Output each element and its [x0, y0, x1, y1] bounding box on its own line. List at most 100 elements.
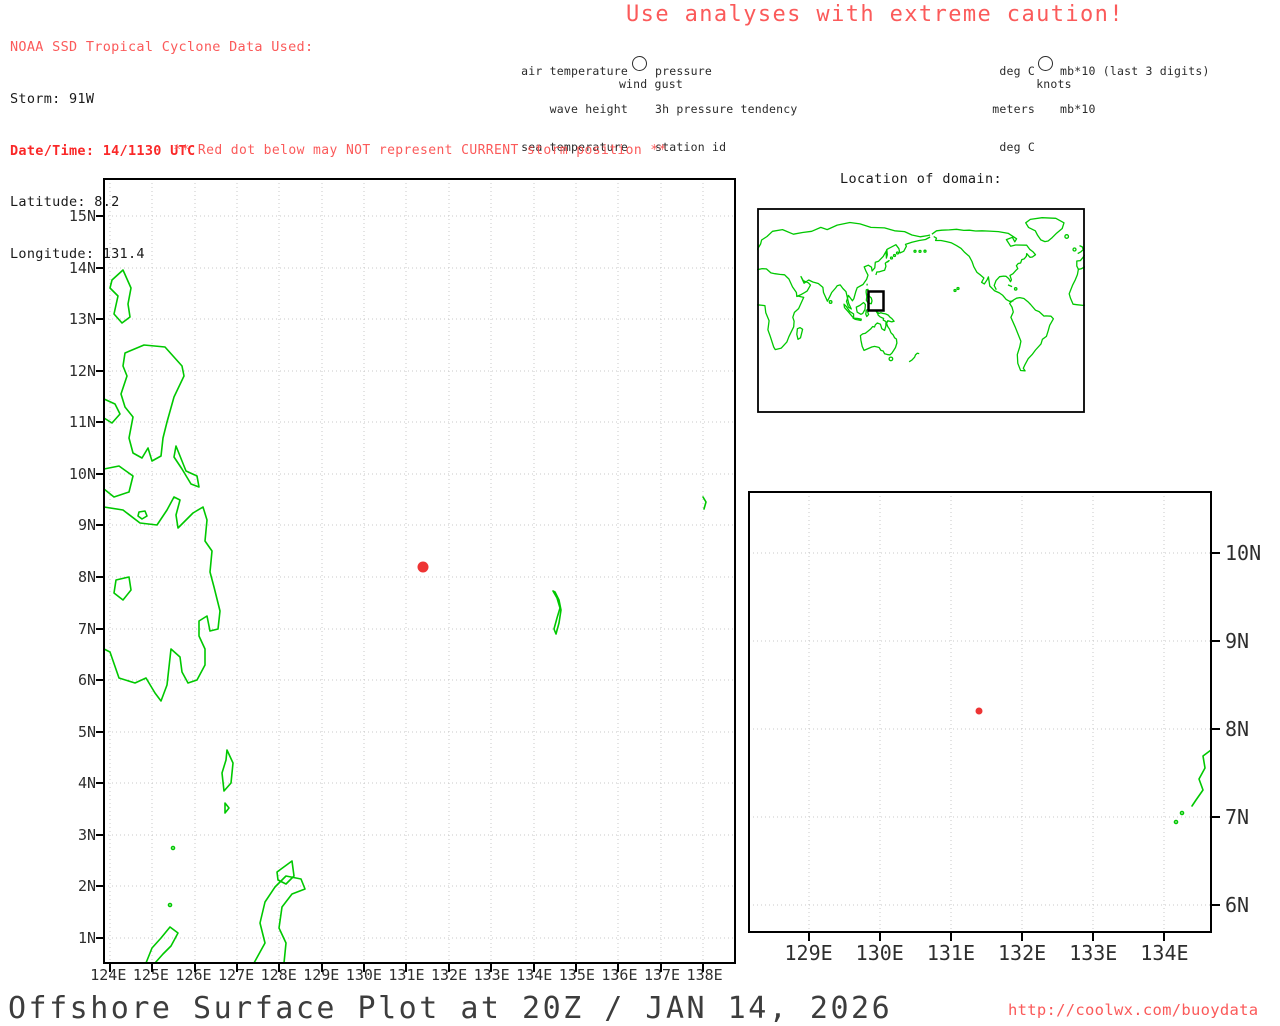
coastline-palau-inset [1192, 750, 1211, 806]
coastline-africa-west [1069, 269, 1085, 305]
main-map-ticks [96, 216, 703, 972]
coastline-halmahera [254, 876, 305, 963]
inset-coastlines-group [1175, 750, 1212, 824]
coastline-north-america-west [934, 237, 1014, 302]
lat-tick-label: 4N [78, 774, 96, 792]
lat-tick-label: 3N [78, 826, 96, 844]
legend-wind-gust: wind gust [586, 78, 716, 91]
coastline-africa-east-south [757, 296, 804, 350]
lat-tick-label: 12N [69, 362, 96, 380]
coastline-morotai [277, 861, 294, 884]
coastline-north-america-east-arctic [932, 229, 1036, 289]
coastline-ireland [1073, 248, 1076, 251]
inset-map-ticks [809, 553, 1220, 941]
storm-position-warning: ** Red dot below may NOT represent CURRE… [104, 143, 736, 158]
coastline-dinagat-siargao [174, 446, 199, 487]
inset-lat-label: 6N [1225, 893, 1249, 917]
coastline-talaud-islands [222, 750, 233, 791]
plot-title: Offshore Surface Plot at 20Z / JAN 14, 2… [8, 991, 892, 1026]
coastline-palau [553, 591, 561, 634]
inset-lon-label: 133E [1058, 941, 1129, 965]
coastline-kuril-1 [891, 257, 893, 259]
legend-pressure-tendency: 3h pressure tendency [655, 103, 797, 116]
coastline-japan [876, 261, 889, 275]
units-sea-temp: deg C [940, 141, 1035, 154]
coastline-siau-island [169, 904, 172, 907]
legend-wave-height: wave height [500, 103, 628, 116]
inset-lat-label: 9N [1225, 629, 1249, 653]
coastline-talaud-small [225, 803, 229, 813]
coastline-greenland [1026, 218, 1064, 242]
units-model-circle-icon [1038, 56, 1053, 71]
domain-extent-box [869, 292, 884, 311]
inset-lon-label: 129E [773, 941, 844, 965]
coastline-hawaii-1 [957, 288, 959, 290]
coastline-sakhalin [886, 250, 887, 259]
lat-tick-label: 9N [78, 516, 96, 534]
coastline-aleutian-3 [924, 250, 926, 252]
coastline-australia [860, 323, 897, 355]
world-map-canvas [757, 208, 1085, 413]
lat-tick-label: 1N [78, 929, 96, 947]
inset-lon-label: 130E [844, 941, 915, 965]
coastline-new-zealand [909, 353, 919, 362]
storm-position-dot-inset [976, 708, 983, 715]
inset-lat-label: 8N [1225, 717, 1249, 741]
inset-lon-label: 131E [915, 941, 986, 965]
coastline-cuba [1008, 285, 1012, 287]
lat-tick-label: 14N [69, 259, 96, 277]
units-legend-left-column: deg C meters deg C [940, 39, 1035, 167]
coastline-sri-lanka [829, 301, 832, 304]
coastline-eurasia-north [757, 223, 930, 251]
inset-lat-label: 7N [1225, 805, 1249, 829]
coastline-hispaniola [1015, 288, 1017, 290]
coastline-borneo [856, 303, 865, 315]
coastline-east-south-asia [757, 237, 930, 309]
caution-banner: Use analyses with extreme caution! [580, 2, 1170, 27]
units-pressure-tendency: mb*10 [1060, 103, 1210, 116]
inset-lat-label: 10N [1225, 541, 1261, 565]
main-map-canvas [96, 171, 743, 979]
domain-map-title: Location of domain: [757, 171, 1085, 187]
coastline-palau-islet-1 [1181, 812, 1184, 815]
coastline-madagascar [797, 328, 803, 340]
coastline-masbate [104, 399, 120, 423]
inset-latitude-axis: 10N 9N 8N 7N 6N [1225, 541, 1280, 917]
storm-position-dot [418, 562, 429, 573]
coastline-new-guinea [876, 312, 894, 323]
coastline-hawaii-2 [954, 290, 956, 292]
inset-longitude-axis: 129E 130E 131E 132E 133E 134E [773, 941, 1200, 965]
lat-tick-label: 7N [78, 620, 96, 638]
units-pressure: mb*10 (last 3 digits) [1060, 65, 1210, 78]
lat-tick-label: 10N [69, 465, 96, 483]
legend-air-temperature: air temperature [500, 65, 628, 78]
station-model-circle-icon [632, 56, 647, 71]
coastline-kuril-3 [897, 252, 899, 254]
coastline-bohol [104, 466, 133, 497]
units-air-temp: deg C [940, 65, 1035, 78]
legend-pressure: pressure [655, 65, 797, 78]
units-wind-gust: knots [994, 78, 1114, 91]
coastline-britain [1078, 246, 1084, 254]
coastline-aleutian-1 [914, 250, 916, 252]
lat-tick-label: 6N [78, 671, 96, 689]
lat-tick-label: 8N [78, 568, 96, 586]
coastline-lake-lanao [114, 577, 131, 600]
coastline-java [853, 318, 861, 320]
world-coastlines-group [757, 218, 1085, 371]
coastline-catanduanes [110, 270, 131, 323]
coastline-tasmania [889, 357, 893, 361]
coastline-iceland [1065, 235, 1069, 239]
coastline-sangihe-island [172, 847, 175, 850]
lat-tick-label: 15N [69, 207, 96, 225]
main-map-latitude-axis: 15N 14N 13N 12N 11N 10N 9N 8N 7N 6N 5N 4… [36, 207, 96, 947]
coastline-south-america [1010, 298, 1054, 371]
coastline-aleutian-2 [919, 250, 921, 252]
coastline-palau-islet-2 [1175, 821, 1178, 824]
coastline-sumatra [844, 304, 854, 317]
lat-tick-label: 11N [69, 413, 96, 431]
inset-lon-label: 134E [1129, 941, 1200, 965]
buoydata-link[interactable]: http://coolwx.com/buoydata [1008, 1001, 1258, 1019]
inset-map-canvas [741, 484, 1225, 946]
lat-tick-label: 5N [78, 723, 96, 741]
